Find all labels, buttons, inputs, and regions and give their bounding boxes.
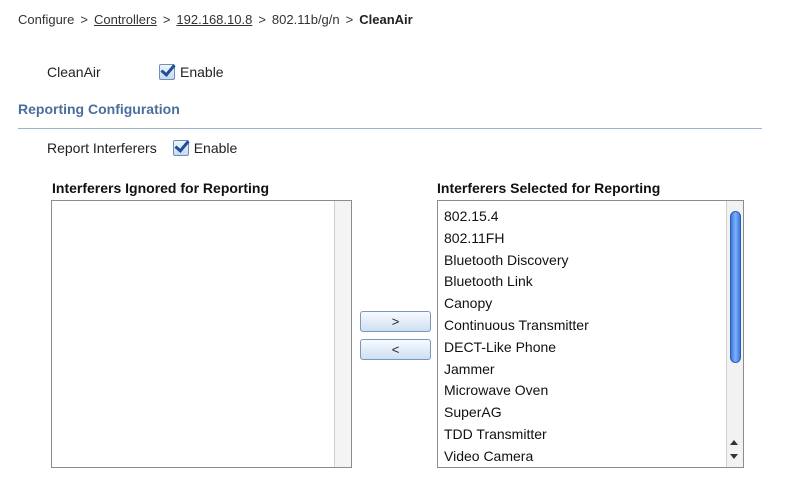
section-divider xyxy=(18,128,762,129)
list-item[interactable]: Jammer xyxy=(444,359,743,381)
breadcrumb-configure: Configure xyxy=(18,12,75,27)
breadcrumb-separator: > xyxy=(258,12,266,27)
reporting-configuration-title: Reporting Configuration xyxy=(18,101,180,117)
selected-list-scrollbar[interactable] xyxy=(726,201,743,467)
list-item[interactable]: Canopy xyxy=(444,293,743,315)
breadcrumb: Configure > Controllers >192.168.10.8 >802.1… xyxy=(18,12,413,27)
list-item[interactable]: 802.15.4 xyxy=(444,206,743,228)
list-item[interactable]: TDD Transmitter xyxy=(444,424,743,446)
list-item[interactable]: DECT-Like Phone xyxy=(444,337,743,359)
ignored-list-scrollbar[interactable] xyxy=(334,201,351,467)
breadcrumb-current-cleanair: CleanAir xyxy=(359,12,413,27)
breadcrumb-controller-ip-link[interactable]: 192.168.10.8 xyxy=(176,12,252,27)
cleanair-enable-label[interactable]: Enable xyxy=(180,64,224,80)
ignored-items xyxy=(52,201,351,206)
list-item[interactable]: 802.11FH xyxy=(444,228,743,250)
report-interferers-enable-checkbox[interactable] xyxy=(172,140,189,156)
list-item[interactable]: SuperAG xyxy=(444,402,743,424)
ignored-interferers-header: Interferers Ignored for Reporting xyxy=(52,180,270,196)
add-to-selected-button[interactable]: > xyxy=(360,311,431,332)
list-item[interactable]: Video Camera xyxy=(444,446,743,468)
list-item[interactable]: Microwave Oven xyxy=(444,380,743,402)
cleanair-enable-checkbox[interactable] xyxy=(159,64,175,80)
ignored-interferers-list[interactable] xyxy=(51,200,352,468)
breadcrumb-radio-type: 802.11b/g/n xyxy=(271,12,340,27)
breadcrumb-separator: > xyxy=(345,12,354,27)
breadcrumb-controllers-link[interactable]: Controllers xyxy=(94,12,157,27)
list-item[interactable]: Bluetooth Link xyxy=(444,271,743,293)
list-item[interactable]: Bluetooth Discovery xyxy=(444,250,743,272)
selected-items: 802.15.4 802.11FH Bluetooth Discovery Bluet… xyxy=(438,201,743,468)
cleanair-label: CleanAir xyxy=(47,64,101,80)
remove-from-selected-button[interactable]: < xyxy=(360,339,431,360)
scrollbar-thumb[interactable] xyxy=(730,211,741,363)
cleanair-row: CleanAir Enable xyxy=(47,64,224,80)
breadcrumb-separator: > xyxy=(162,12,171,27)
report-interferers-row: Report Interferers Enable xyxy=(47,140,237,156)
scroll-down-arrow-icon[interactable] xyxy=(730,454,738,459)
report-interferers-label: Report Interferers xyxy=(47,140,157,156)
breadcrumb-separator: > xyxy=(80,12,88,27)
scroll-up-arrow-icon[interactable] xyxy=(730,440,738,445)
selected-interferers-list[interactable]: 802.15.4 802.11FH Bluetooth Discovery Bluet… xyxy=(437,200,744,468)
report-interferers-enable-label[interactable]: Enable xyxy=(194,140,238,156)
selected-interferers-header: Interferers Selected for Reporting xyxy=(437,180,661,196)
list-item[interactable]: Continuous Transmitter xyxy=(444,315,743,337)
